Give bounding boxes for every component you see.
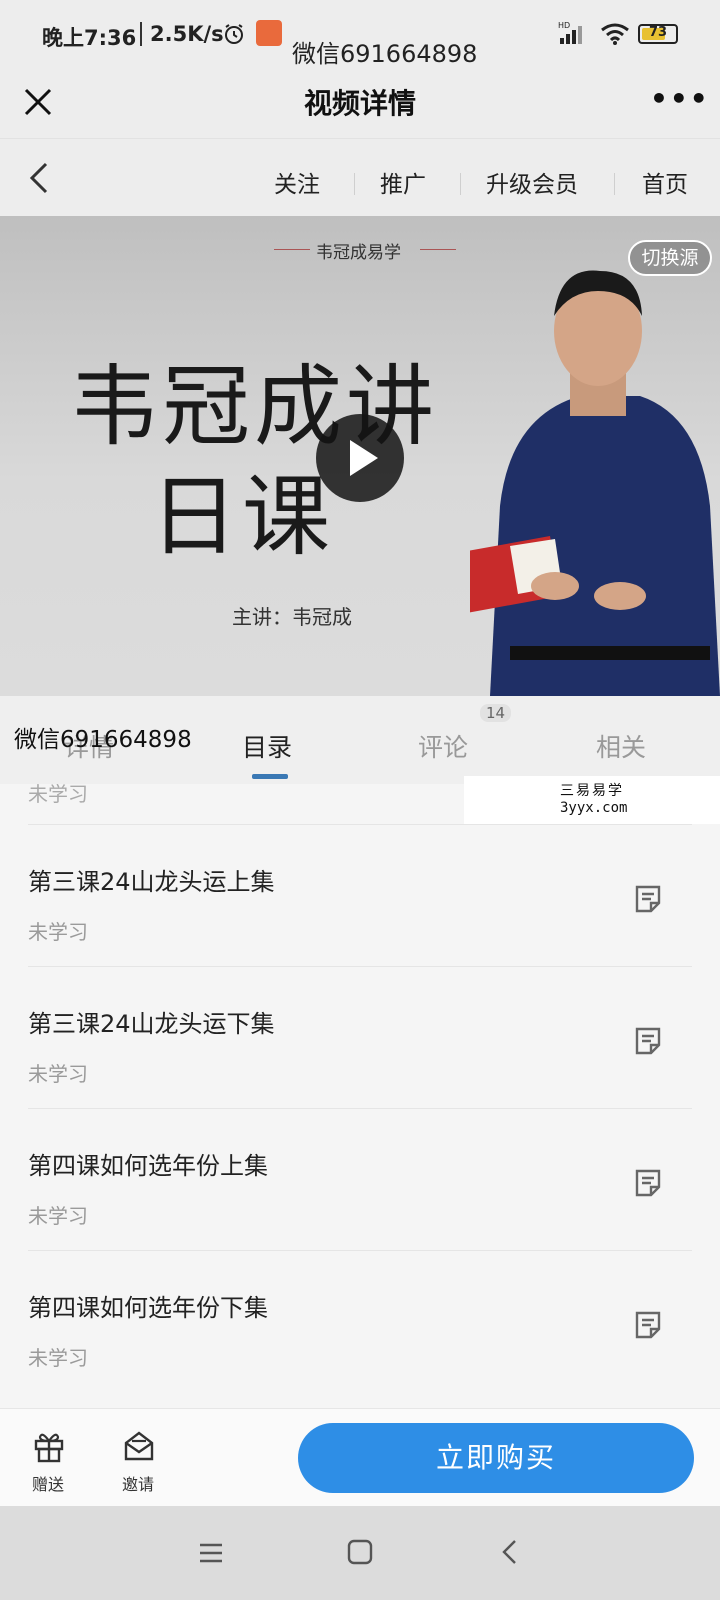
more-options-icon[interactable]: ••• <box>650 82 710 115</box>
tab-catalog[interactable]: 目录 <box>242 728 292 764</box>
gift-icon[interactable] <box>32 1429 66 1467</box>
tab-comments[interactable]: 评论 <box>418 728 468 764</box>
divider <box>28 1108 692 1109</box>
invite-label[interactable]: 邀请 <box>122 1471 154 1495</box>
lesson-status: 未学习 <box>28 784 88 806</box>
lesson-title: 第四课如何选年份上集 <box>28 1152 268 1180</box>
status-bar: 晚上7:36 2.5K/s 微信691664898 HD 73 <box>0 0 720 72</box>
play-icon <box>350 440 378 476</box>
lesson-item[interactable]: 第四课如何选年份下集 未学习 <box>0 1250 720 1392</box>
promote-link[interactable]: 推广 <box>380 165 426 199</box>
app-notification-icon <box>256 20 282 46</box>
lesson-status: 未学习 <box>28 1346 88 1370</box>
page-title: 视频详情 <box>303 87 416 120</box>
divider <box>28 824 692 825</box>
network-type-label: HD <box>558 21 570 30</box>
active-tab-indicator <box>252 774 288 779</box>
status-time: 晚上7:36 <box>42 26 137 50</box>
lesson-status: 未学习 <box>28 1062 88 1086</box>
lesson-list: 未学习 第三课24山龙头运上集 未学习 第三课24山龙头运下集 未学习 第四课如… <box>0 784 720 1408</box>
gift-label[interactable]: 赠送 <box>32 1471 64 1495</box>
nav-divider <box>614 173 615 195</box>
video-presenter: 主讲：韦冠成 <box>232 605 352 629</box>
alarm-icon <box>222 22 246 50</box>
wechat-watermark-overlay: 微信691664898 <box>14 727 192 753</box>
menu-icon[interactable] <box>198 1540 224 1570</box>
comment-count-badge: 14 <box>480 704 512 722</box>
banner-line <box>420 249 456 250</box>
lesson-title: 第三课24山龙头运下集 <box>28 1010 275 1038</box>
lesson-item[interactable]: 第三课24山龙头运上集 未学习 <box>0 824 720 966</box>
lesson-item[interactable]: 第三课24山龙头运下集 未学习 <box>0 966 720 1108</box>
battery-icon: 73 <box>638 24 678 44</box>
upgrade-member-link[interactable]: 升级会员 <box>486 165 578 199</box>
watermark-line2: 3yyx.com <box>560 800 628 816</box>
wifi-icon <box>600 22 630 50</box>
video-player[interactable]: 韦冠成易学 韦冠成讲 日课 主讲：韦冠成 切换源 <box>0 216 720 696</box>
lesson-title: 第三课24山龙头运上集 <box>28 868 275 896</box>
back-chevron-icon[interactable] <box>28 161 50 199</box>
video-title-line2: 日课 <box>150 465 335 568</box>
document-icon <box>634 1168 662 1202</box>
document-icon <box>634 1310 662 1344</box>
home-link[interactable]: 首页 <box>642 165 688 199</box>
home-icon[interactable] <box>346 1538 374 1570</box>
invite-icon[interactable] <box>122 1429 156 1467</box>
document-icon <box>634 884 662 918</box>
site-watermark: 三易易学 3yyx.com <box>464 776 720 824</box>
document-icon <box>634 1026 662 1060</box>
page-nav: 关注 推广 升级会员 首页 <box>0 138 720 217</box>
lesson-status: 未学习 <box>28 1204 88 1228</box>
back-icon[interactable] <box>500 1538 520 1570</box>
follow-link[interactable]: 关注 <box>274 165 320 199</box>
nav-divider <box>460 173 461 195</box>
lesson-item[interactable]: 第四课如何选年份上集 未学习 <box>0 1108 720 1250</box>
signal-icon: HD <box>558 20 588 50</box>
tab-related[interactable]: 相关 <box>596 728 646 764</box>
battery-level: 73 <box>648 25 668 40</box>
divider <box>28 966 692 967</box>
play-button[interactable] <box>316 414 404 502</box>
system-nav-bar <box>0 1506 720 1600</box>
video-banner-text: 韦冠成易学 <box>316 243 401 263</box>
divider <box>28 1250 692 1251</box>
switch-source-button[interactable]: 切换源 <box>628 240 712 276</box>
lesson-status: 未学习 <box>28 920 88 944</box>
status-separator <box>140 22 142 46</box>
watermark-line1: 三易易学 <box>560 783 624 799</box>
banner-line <box>274 249 310 250</box>
lesson-title: 第四课如何选年份下集 <box>28 1294 268 1322</box>
buy-now-button[interactable]: 立即购买 <box>298 1423 694 1493</box>
presenter-image <box>470 270 720 696</box>
title-bar: 视频详情 ••• <box>0 72 720 138</box>
status-network-speed: 2.5K/s <box>150 22 224 46</box>
bottom-action-bar: 赠送 邀请 立即购买 <box>0 1408 720 1507</box>
wechat-watermark: 微信691664898 <box>292 40 478 68</box>
nav-divider <box>354 173 355 195</box>
